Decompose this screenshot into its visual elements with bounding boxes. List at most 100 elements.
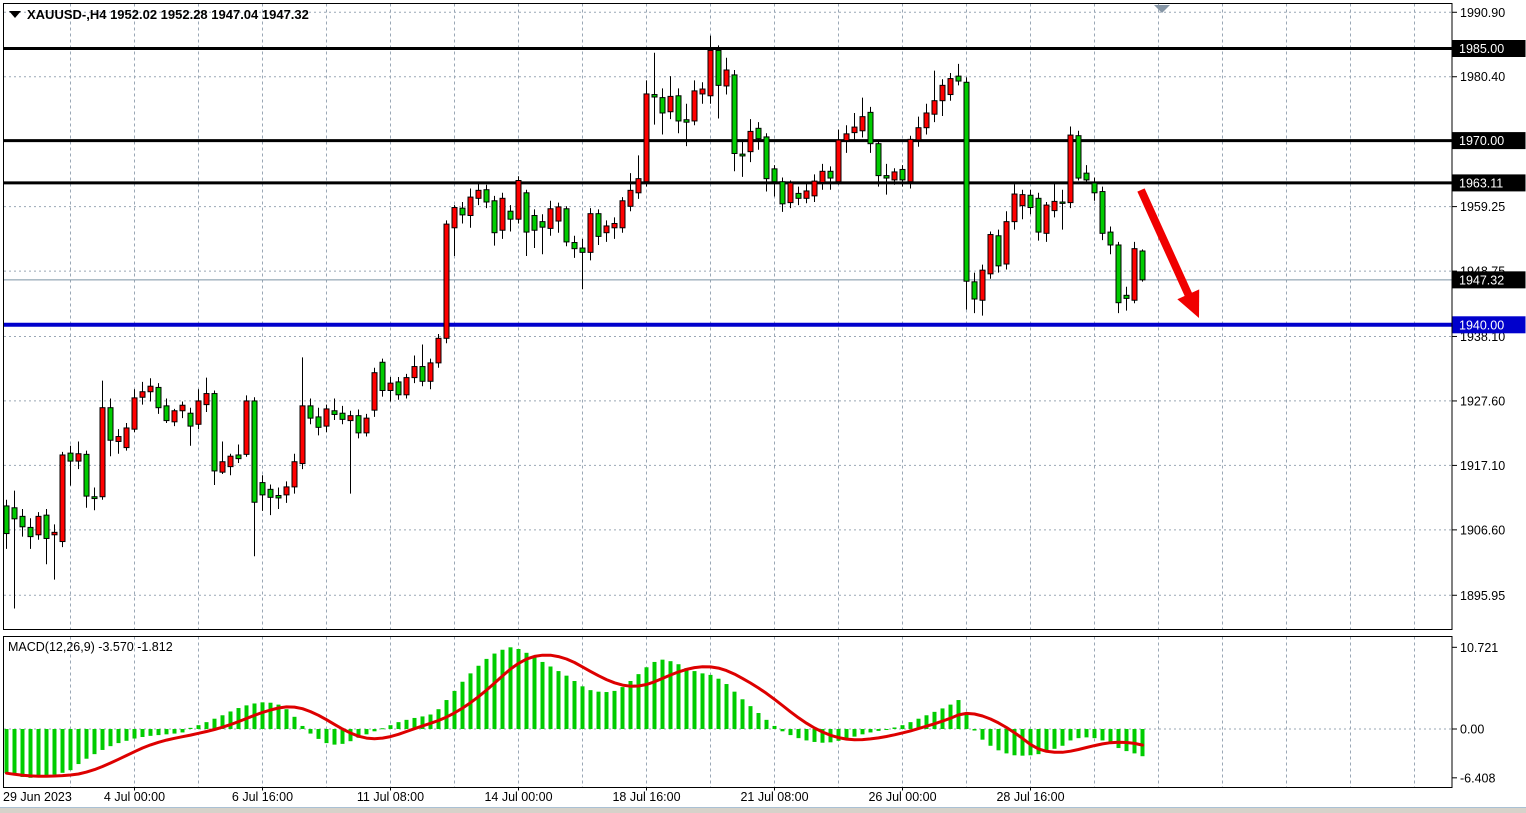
candle-down xyxy=(28,527,33,536)
macd-bar xyxy=(285,709,289,729)
candle-down xyxy=(1084,173,1089,180)
macd-bar xyxy=(501,650,505,729)
candle-up xyxy=(836,140,841,182)
macd-bar xyxy=(549,667,553,729)
macd-bar xyxy=(1093,729,1097,738)
macd-bar xyxy=(1053,729,1057,749)
macd-bar xyxy=(325,729,329,743)
macd-bar xyxy=(685,668,689,729)
candle-up xyxy=(860,117,865,131)
macd-indicator-label: MACD(12,26,9) -3.570 -1.812 xyxy=(8,640,173,654)
candle-down xyxy=(316,417,321,427)
candle-up xyxy=(548,209,553,229)
macd-bar xyxy=(453,691,457,729)
candle-up xyxy=(1132,249,1137,301)
macd-bar xyxy=(629,681,633,729)
candle-up xyxy=(852,127,857,133)
candle-up xyxy=(348,416,353,421)
candle-down xyxy=(1100,192,1105,234)
candle-down xyxy=(332,411,337,415)
macd-bar xyxy=(197,725,201,729)
macd-bar xyxy=(173,729,177,734)
candle-up xyxy=(700,89,705,94)
macd-bar xyxy=(1125,729,1129,751)
macd-bar xyxy=(293,717,297,729)
macd-bar xyxy=(5,729,9,773)
candle-up xyxy=(932,101,937,115)
time-tick-label: 18 Jul 16:00 xyxy=(612,790,680,804)
macd-bar xyxy=(237,708,241,729)
price-tick-label: 1917.10 xyxy=(1460,459,1505,473)
macd-bar xyxy=(909,722,913,729)
candle-up xyxy=(612,223,617,227)
candle-down xyxy=(340,413,345,419)
macd-bar xyxy=(213,719,217,729)
macd-bar xyxy=(493,654,497,729)
candle-up xyxy=(644,94,649,182)
time-tick-label: 6 Jul 16:00 xyxy=(232,790,293,804)
time-axis[interactable]: 29 Jun 20234 Jul 00:006 Jul 16:0011 Jul … xyxy=(3,788,1065,805)
candle-down xyxy=(460,208,465,215)
candle-down xyxy=(972,282,977,299)
candle-down xyxy=(356,416,361,433)
macd-bar xyxy=(1061,729,1065,746)
candle-down xyxy=(868,112,873,143)
price-tick-label: 1927.60 xyxy=(1460,394,1505,408)
candle-down xyxy=(1124,295,1129,298)
macd-tick-label: 0.00 xyxy=(1460,723,1484,737)
candle-down xyxy=(396,382,401,395)
candle-up xyxy=(1020,195,1025,206)
candle-up xyxy=(140,392,145,398)
macd-bar xyxy=(93,729,97,754)
macd-bar xyxy=(605,692,609,729)
time-tick-label: 28 Jul 16:00 xyxy=(996,790,1064,804)
candle-down xyxy=(764,137,769,179)
macd-bar xyxy=(389,725,393,729)
macd-bar xyxy=(13,729,17,775)
candle-up xyxy=(1068,135,1073,203)
candle-down xyxy=(20,516,25,526)
macd-bar xyxy=(725,684,729,729)
candle-up xyxy=(788,183,793,203)
candle-up xyxy=(364,418,369,433)
candle-down xyxy=(964,82,969,281)
candle-up xyxy=(620,201,625,228)
candle-up xyxy=(892,172,897,180)
candle-down xyxy=(1108,232,1113,245)
macd-bar xyxy=(1141,729,1145,756)
candle-up xyxy=(228,456,233,466)
candle-down xyxy=(956,76,961,81)
macd-bar xyxy=(445,700,449,729)
macd-bar xyxy=(989,729,993,746)
macd-bar xyxy=(365,729,369,734)
macd-bar xyxy=(181,729,185,732)
macd-bar xyxy=(381,728,385,729)
candle-up xyxy=(124,428,129,448)
macd-bar xyxy=(125,729,129,741)
candle-up xyxy=(388,383,393,390)
macd-bar xyxy=(397,722,401,729)
macd-bar xyxy=(77,729,81,764)
candle-down xyxy=(572,243,577,249)
candle-up xyxy=(820,171,825,182)
macd-bar xyxy=(1117,729,1121,748)
candle-down xyxy=(68,453,73,461)
candle-up xyxy=(1004,222,1009,264)
candle-up xyxy=(324,409,329,426)
macd-bar xyxy=(69,729,73,770)
macd-bar xyxy=(861,729,865,734)
candle-down xyxy=(660,98,665,113)
macd-bar xyxy=(85,729,89,759)
macd-bar xyxy=(597,692,601,729)
macd-bar xyxy=(933,712,937,729)
macd-bar xyxy=(1021,729,1025,756)
macd-bar xyxy=(317,729,321,739)
macd-bar xyxy=(853,729,857,737)
candle-up xyxy=(748,131,753,151)
price-chart-canvas[interactable]: XAUUSD-,H4 1952.02 1952.28 1947.04 1947.… xyxy=(0,0,1526,813)
candle-up xyxy=(980,270,985,300)
candle-down xyxy=(92,497,97,499)
macd-bar xyxy=(101,729,105,750)
macd-bar xyxy=(45,729,49,776)
candle-up xyxy=(628,190,633,206)
